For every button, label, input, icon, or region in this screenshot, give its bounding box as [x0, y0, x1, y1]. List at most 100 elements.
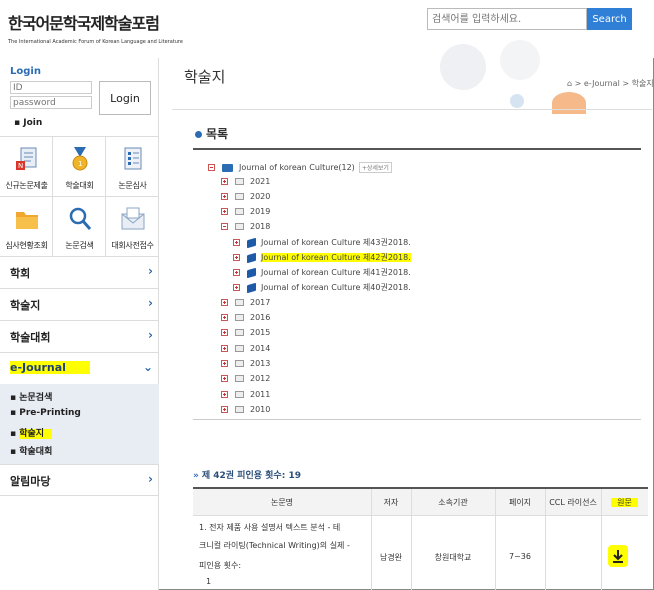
expand-toggle-icon[interactable]: [221, 375, 228, 382]
expand-toggle-icon[interactable]: [221, 345, 228, 352]
column-divider: [495, 489, 496, 590]
paper-title-line[interactable]: 크니컬 라이팅(Technical Writing)의 실제 -: [199, 540, 350, 551]
detail-view-link[interactable]: +상세보기: [358, 162, 392, 173]
tree-year[interactable]: 2015: [221, 328, 270, 342]
book-icon: [247, 252, 256, 263]
login-button[interactable]: Login: [99, 81, 151, 115]
quick-menu-label: 논문심사: [118, 181, 147, 190]
expand-toggle-icon[interactable]: [233, 254, 240, 261]
tree-year[interactable]: 2017: [221, 298, 270, 312]
tree-issue[interactable]: Journal of korean Culture 제41권2018.: [233, 267, 411, 281]
quick-menu-status[interactable]: 심사현황조회: [0, 197, 53, 257]
tree-year[interactable]: 2012: [221, 374, 270, 388]
menu-item-label: 학회: [10, 267, 31, 280]
expand-toggle-icon[interactable]: [221, 193, 228, 200]
book-icon: [247, 237, 256, 248]
folder-icon: [235, 406, 244, 413]
sub-menu-item-search[interactable]: ▪ 논문검색: [10, 390, 52, 403]
search-button[interactable]: Search: [587, 8, 632, 30]
new-paper-icon: N: [16, 147, 37, 170]
quick-menu-label: 논문검색: [65, 241, 94, 250]
author-cell: 남경완: [379, 553, 403, 562]
decoration-circle: [552, 92, 586, 114]
quick-menu-grid: N 신규논문제출 1 학술대회 논문심사 심사현황조회 논문검색 대회사전접수: [0, 137, 159, 257]
tree-year[interactable]: 2021: [221, 177, 270, 191]
tree-year-expanded[interactable]: 2018: [221, 222, 270, 236]
double-chevron-icon: »: [193, 471, 199, 481]
citation-count: » 제 42권 피인용 횟수: 19: [193, 468, 301, 481]
menu-item-journal[interactable]: 학술지 ›: [0, 289, 159, 321]
tree-year[interactable]: 2019: [221, 207, 270, 221]
decoration-circle: [510, 94, 524, 108]
tree-year[interactable]: 2010: [221, 405, 270, 419]
menu-item-ejournal[interactable]: e-Journal ⌄: [0, 353, 159, 385]
menu-item-notice[interactable]: 알림마당 ›: [0, 464, 159, 496]
book-icon: [247, 267, 256, 278]
expand-toggle-icon[interactable]: [221, 360, 228, 367]
tree-year-label: 2014: [250, 344, 271, 353]
login-password-field[interactable]: [10, 96, 92, 109]
search-input[interactable]: [427, 8, 587, 30]
collapse-toggle-icon[interactable]: [221, 223, 228, 230]
expand-toggle-icon[interactable]: [233, 284, 240, 291]
citation-count-label: 제 42권 피인용 횟수: 19: [201, 471, 301, 481]
quick-menu-label: 심사현황조회: [5, 241, 48, 250]
tree-year[interactable]: 2011: [221, 390, 270, 404]
folder-icon: [235, 345, 244, 352]
expand-toggle-icon[interactable]: [221, 208, 228, 215]
medal-icon: 1: [72, 147, 88, 171]
tree-year[interactable]: 2020: [221, 192, 270, 206]
quick-menu-new-paper[interactable]: N 신규논문제출: [0, 137, 53, 197]
journal-tree: Journal of korean Culture(12) +상세보기 2021 …: [193, 148, 641, 420]
sub-menu-item-preprinting[interactable]: ▪ Pre-Printing: [10, 408, 81, 418]
sub-menu-item-label: 논문검색: [19, 393, 53, 403]
join-link[interactable]: ▪ Join: [14, 118, 42, 128]
login-id-field[interactable]: [10, 81, 92, 94]
collapse-toggle-icon[interactable]: [208, 164, 215, 171]
quick-menu-label: 신규논문제출: [5, 181, 48, 190]
quick-menu-pre-registration[interactable]: 대회사전접수: [106, 197, 159, 257]
tree-issue-label: Journal of korean Culture 제43권2018.: [261, 238, 411, 247]
expand-toggle-icon[interactable]: [221, 314, 228, 321]
tree-root-label: Journal of korean Culture(12): [239, 163, 355, 172]
folder-icon: [235, 299, 244, 306]
site-logo-title[interactable]: 한국어문학국제학술포럼: [8, 10, 160, 34]
tree-year[interactable]: 2013: [221, 359, 270, 373]
folder-icon: [235, 391, 244, 398]
expand-toggle-icon[interactable]: [221, 299, 228, 306]
expand-toggle-icon[interactable]: [221, 406, 228, 413]
join-label: Join: [23, 118, 43, 128]
expand-toggle-icon[interactable]: [221, 329, 228, 336]
tree-year[interactable]: 2014: [221, 344, 270, 358]
tree-root[interactable]: Journal of korean Culture(12) +상세보기: [208, 162, 392, 176]
tree-issue[interactable]: Journal of korean Culture 제43권2018.: [233, 237, 411, 251]
quick-menu-review[interactable]: 논문심사: [106, 137, 159, 197]
menu-item-label: 학술대회: [10, 331, 51, 344]
bullet-icon: [195, 131, 202, 138]
quick-menu-search[interactable]: 논문검색: [53, 197, 106, 257]
sub-menu-item-conference[interactable]: ▪ 학술대회: [10, 444, 52, 457]
tree-year[interactable]: 2016: [221, 313, 270, 327]
menu-item-society[interactable]: 학회 ›: [0, 257, 159, 289]
folder-icon: [235, 223, 244, 230]
citation-value: 1: [206, 577, 212, 586]
quick-menu-conference[interactable]: 1 학술대회: [53, 137, 106, 197]
expand-toggle-icon[interactable]: [221, 391, 228, 398]
table-header-fulltext: 원문: [601, 497, 648, 508]
expand-toggle-icon[interactable]: [233, 239, 240, 246]
expand-toggle-icon[interactable]: [221, 178, 228, 185]
expand-toggle-icon[interactable]: [233, 269, 240, 276]
sub-menu-item-journal[interactable]: ▪ 학술지: [10, 426, 53, 439]
tree-issue[interactable]: Journal of korean Culture 제40권2018.: [233, 282, 411, 296]
tree-year-label: 2011: [250, 390, 271, 399]
tree-issue-selected[interactable]: Journal of korean Culture 제42권2018.: [233, 252, 411, 266]
breadcrumb[interactable]: ⌂ > e-Journal > 학술지: [567, 78, 654, 89]
menu-item-label: 학술지: [10, 299, 41, 312]
tree-issue-label: Journal of korean Culture 제41권2018.: [261, 268, 411, 277]
magnifier-icon: [69, 207, 92, 230]
quick-menu-label: 학술대회: [65, 181, 94, 190]
header: 한국어문학국제학술포럼 The International Academic F…: [0, 0, 654, 58]
download-button[interactable]: [608, 545, 628, 567]
menu-item-conference[interactable]: 학술대회 ›: [0, 321, 159, 353]
paper-title-line[interactable]: 1. 전자 제품 사용 설명서 텍스트 분석 - 테: [199, 522, 340, 533]
